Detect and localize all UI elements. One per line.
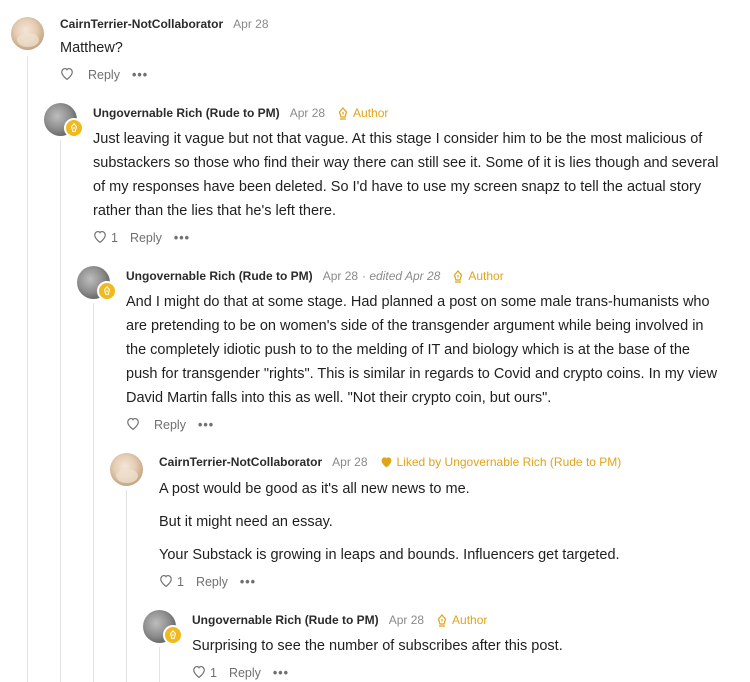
- reply-button[interactable]: Reply: [88, 68, 120, 82]
- comment-body: Just leaving it vague but not that vague…: [93, 127, 718, 223]
- more-options-icon[interactable]: •••: [273, 666, 289, 680]
- thread-line: [60, 140, 61, 682]
- like-heart-icon[interactable]: [126, 417, 140, 433]
- avatar[interactable]: [110, 453, 143, 486]
- edited-label: · edited Apr 28: [362, 269, 441, 283]
- pen-nib-icon: [437, 613, 447, 627]
- author-badge-icon: [97, 281, 117, 301]
- liked-by-label: Liked by Ungovernable Rich (Rude to PM): [396, 455, 622, 469]
- comment-author[interactable]: CairnTerrier-NotCollaborator: [60, 17, 223, 31]
- author-tag: Author: [337, 106, 388, 120]
- author-tag-label: Author: [452, 613, 488, 627]
- heart-filled-icon: [381, 457, 391, 468]
- comment-line: push for transgender "rights". This is s…: [126, 366, 718, 382]
- reply-button[interactable]: Reply: [196, 575, 228, 589]
- like-heart-icon[interactable]: [93, 230, 107, 246]
- comment-date[interactable]: Apr 28: [233, 17, 268, 31]
- reply-button[interactable]: Reply: [154, 418, 186, 432]
- comment-author[interactable]: Ungovernable Rich (Rude to PM): [192, 613, 379, 627]
- like-count: 1: [111, 231, 118, 245]
- comment-line: Surprising to see the number of subscrib…: [192, 638, 563, 654]
- more-options-icon[interactable]: •••: [240, 575, 256, 589]
- avatar[interactable]: [11, 17, 44, 50]
- reply-button[interactable]: Reply: [130, 231, 162, 245]
- comment-date[interactable]: Apr 28: [290, 106, 325, 120]
- comment-body: Matthew?: [60, 36, 123, 60]
- comment-date[interactable]: Apr 28: [323, 269, 358, 283]
- comment-line: Just leaving it vague but not that vague…: [93, 131, 703, 147]
- author-tag: Author: [452, 269, 504, 283]
- like-count: 1: [210, 666, 217, 680]
- like-heart-icon[interactable]: [192, 665, 206, 681]
- pen-nib-icon: [338, 106, 348, 120]
- like-heart-icon[interactable]: [60, 67, 74, 83]
- comment-line: David Martin falls into this as well. "N…: [126, 390, 552, 406]
- more-options-icon[interactable]: •••: [198, 418, 214, 432]
- comment-line: And I might do that at some stage. Had p…: [126, 294, 710, 310]
- comment-body: Surprising to see the number of subscrib…: [192, 634, 563, 658]
- comment-line: substackers so those who find their way …: [93, 155, 719, 171]
- comment-author[interactable]: CairnTerrier-NotCollaborator: [159, 455, 322, 469]
- author-badge-icon: [64, 118, 84, 138]
- reply-button[interactable]: Reply: [229, 666, 261, 680]
- thread-line: [27, 56, 28, 682]
- thread-line: [93, 303, 94, 682]
- author-tag-label: Author: [353, 106, 389, 120]
- like-heart-icon[interactable]: [159, 574, 173, 590]
- comment-line: Matthew?: [60, 40, 123, 56]
- comment-body: And I might do that at some stage. Had p…: [126, 290, 717, 410]
- author-tag-label: Author: [468, 269, 504, 283]
- comment-author[interactable]: Ungovernable Rich (Rude to PM): [126, 269, 313, 283]
- comment-date[interactable]: Apr 28: [389, 613, 424, 627]
- comment-paragraph: But it might need an essay.: [159, 514, 333, 530]
- more-options-icon[interactable]: •••: [132, 68, 148, 82]
- liked-by-tag: Liked by Ungovernable Rich (Rude to PM): [380, 455, 622, 469]
- comment-date[interactable]: Apr 28: [332, 455, 367, 469]
- thread-line: [159, 647, 160, 682]
- thread-line: [126, 490, 127, 682]
- comment-line: the completely idiotic push to to the me…: [126, 342, 690, 358]
- comment-line: rather than the lies that he's left ther…: [93, 203, 336, 219]
- author-badge-icon: [163, 625, 183, 645]
- comment-body: A post would be good as it's all new new…: [159, 477, 620, 567]
- pen-nib-icon: [454, 269, 463, 283]
- comment-paragraph: Your Substack is growing in leaps and bo…: [159, 547, 620, 563]
- comment-paragraph: A post would be good as it's all new new…: [159, 481, 470, 497]
- like-count: 1: [177, 575, 184, 589]
- author-tag: Author: [436, 613, 487, 627]
- more-options-icon[interactable]: •••: [174, 231, 190, 245]
- comment-line: of my responses have been deleted. So I'…: [93, 179, 702, 195]
- comment-author[interactable]: Ungovernable Rich (Rude to PM): [93, 106, 280, 120]
- comment-line: are pretending to be on women's side of …: [126, 318, 704, 334]
